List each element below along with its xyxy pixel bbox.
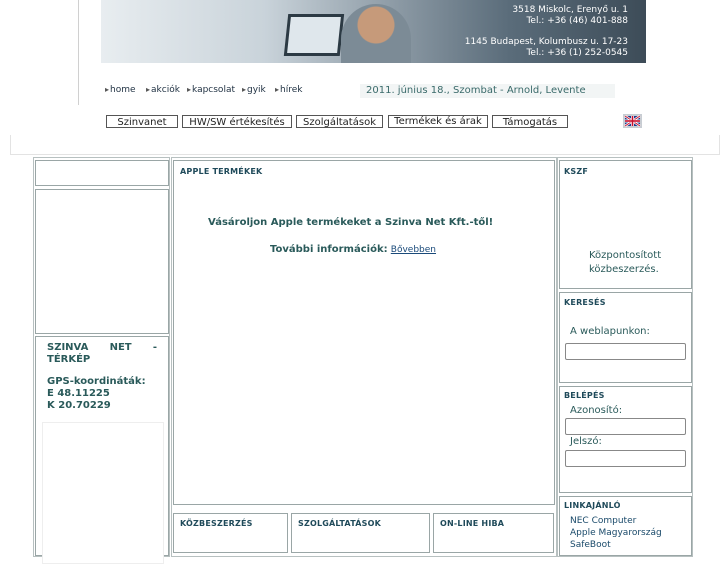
search-input[interactable] [565,343,686,360]
left-box-top [35,160,169,186]
kozbeszerzes-title: KÖZBESZERZÉS [180,519,253,528]
address-miskolc: 3518 Miskolc, Erenyő u. 1 Tel.: +36 (46)… [512,5,628,27]
map-image[interactable] [42,422,164,564]
online-hiba-box: ON-LINE HIBA [433,513,554,553]
menu-hirek[interactable]: hírek [275,85,302,95]
date-bar: 2011. június 18., Szombat - Arnold, Leve… [360,84,615,98]
gps-label: GPS-koordináták: [47,376,146,387]
address-line: 1145 Budapest, Kolumbusz u. 17-23 [464,37,628,47]
link-safeboot[interactable]: SafeBoot [570,540,611,550]
szolgaltatasok-box: SZOLGÁLTATÁSOK [291,513,430,553]
menu-kapcsolat[interactable]: kapcsolat [187,85,235,95]
password-input[interactable] [565,450,686,467]
address-line: 3518 Miskolc, Erenyő u. 1 [512,5,628,15]
search-box: KERESÉS A weblapunkon: [559,292,692,383]
nav-hwsw[interactable]: HW/SW értékesítés [182,115,292,128]
vertical-divider [78,0,79,105]
more-info-label: További információk: [270,244,388,255]
id-input[interactable] [565,418,686,435]
szolgaltatasok-title: SZOLGÁLTATÁSOK [298,519,381,528]
more-info: További információk: Bővebben [270,244,436,255]
search-label: A weblapunkon: [570,326,650,337]
person-image [341,4,411,63]
pw-label: Jelszó: [570,436,602,447]
nav-tamogatas[interactable]: Támogatás [492,115,568,128]
address-budapest: 1145 Budapest, Kolumbusz u. 17-23 Tel.: … [465,37,628,59]
kszf-title: KSZF [564,167,589,176]
map-box: SZINVA NET - TÉRKÉP GPS-koordináták: E 4… [35,336,169,564]
header-divider [10,154,720,155]
phone-line: Tel.: +36 (46) 401-888 [526,16,628,26]
kozbeszerzes-box: KÖZBESZERZÉS [173,513,288,553]
apple-title: APPLE TERMÉKEK [180,167,263,176]
left-box-middle [35,189,169,334]
monitor-image [283,14,345,56]
phone-line: Tel.: +36 (1) 252-0545 [526,48,628,58]
gps-k: K 20.70229 [47,400,111,411]
link-apple[interactable]: Apple Magyarország [570,528,662,538]
divider-left [10,135,11,155]
menu-gyik[interactable]: gyik [242,85,266,95]
divider-right [719,135,720,155]
apple-headline: Vásároljon Apple termékeket a Szinva Net… [208,217,494,228]
map-title: SZINVA NET - TÉRKÉP [47,342,157,365]
search-title: KERESÉS [564,298,606,307]
kszf-box: KSZF Központosított közbeszerzés. [559,160,692,289]
online-hiba-title: ON-LINE HIBA [440,519,505,528]
nav-szolgaltatasok[interactable]: Szolgáltatások [296,115,383,128]
kszf-text2: közbeszerzés. [589,264,659,275]
login-box: BELÉPÉS Azonosító: Jelszó: [559,386,692,493]
apple-box: APPLE TERMÉKEK Vásároljon Apple termékek… [173,160,555,505]
menu-akciok[interactable]: akciók [146,85,180,95]
link-nec[interactable]: NEC Computer [570,516,636,526]
gps-e: E 48.11225 [47,388,110,399]
kszf-text1: Központosított [589,250,662,261]
nav-termekek[interactable]: Termékek és árak [388,115,488,128]
id-label: Azonosító: [570,405,623,416]
uk-flag-icon[interactable] [623,114,642,128]
header-banner: 3518 Miskolc, Erenyő u. 1 Tel.: +36 (46)… [101,0,646,63]
menu-home[interactable]: home [105,85,136,95]
more-info-link[interactable]: Bővebben [391,245,436,255]
login-title: BELÉPÉS [564,391,605,400]
nav-szinvanet[interactable]: Szinvanet [106,115,178,128]
nav-termekek-label: Termékek és árak [394,116,482,127]
links-box: LINKAJÁNLÓ NEC Computer Apple Magyarorsz… [559,496,692,556]
links-title: LINKAJÁNLÓ [564,501,621,510]
